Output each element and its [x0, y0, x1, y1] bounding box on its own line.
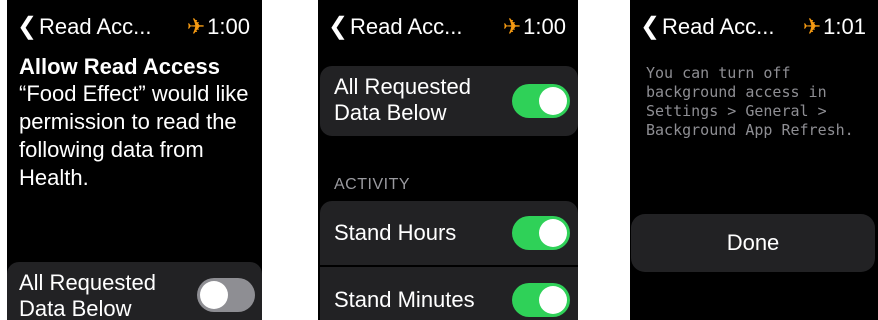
- chevron-left-icon: ❮: [640, 13, 661, 40]
- status-bar: ❮ Read Acc... ✈ 1:01: [640, 14, 872, 48]
- toggle-knob: [200, 281, 228, 309]
- all-requested-toggle[interactable]: [197, 278, 255, 312]
- watch-screen-data-list: ❮ Read Acc... ✈ 1:00 All Requested Data …: [318, 0, 578, 320]
- watch-screen-permission: ❮ Read Acc... ✈ 1:00 Allow Read Access “…: [7, 0, 262, 320]
- time-text: 1:01: [823, 14, 866, 39]
- stand-minutes-toggle[interactable]: [512, 283, 570, 317]
- back-button[interactable]: ❮ Read Acc...: [17, 14, 152, 40]
- all-requested-row[interactable]: All Requested Data Below: [7, 262, 262, 320]
- toggle-knob: [539, 286, 567, 314]
- back-label: Read Acc...: [662, 14, 775, 39]
- list-item-stand-minutes[interactable]: Stand Minutes: [320, 267, 578, 320]
- list-item-stand-hours[interactable]: Stand Hours: [320, 201, 578, 265]
- status-bar: ❮ Read Acc... ✈ 1:00: [17, 14, 256, 48]
- all-requested-label: All Requested Data Below: [334, 74, 471, 125]
- permission-message: “Food Effect” would like permission to r…: [19, 81, 249, 190]
- list-item-label: Stand Hours: [334, 220, 457, 245]
- airplane-icon: ✈: [802, 14, 822, 39]
- done-button[interactable]: Done: [631, 214, 875, 272]
- time-text: 1:00: [207, 14, 250, 39]
- all-requested-label: All Requested Data Below: [19, 270, 156, 320]
- stand-hours-toggle[interactable]: [512, 216, 570, 250]
- status-time: ✈ 1:01: [803, 14, 866, 40]
- time-text: 1:00: [523, 14, 566, 39]
- background-access-info: You can turn off background access in Se…: [646, 64, 854, 139]
- toggle-knob: [539, 219, 567, 247]
- back-button[interactable]: ❮ Read Acc...: [328, 14, 463, 40]
- page-title: Allow Read Access: [19, 54, 220, 79]
- airplane-icon: ✈: [502, 14, 522, 39]
- chevron-left-icon: ❮: [328, 13, 349, 40]
- chevron-left-icon: ❮: [17, 13, 38, 40]
- all-requested-row[interactable]: All Requested Data Below: [320, 66, 578, 136]
- status-time: ✈ 1:00: [187, 14, 250, 40]
- airplane-icon: ✈: [186, 14, 206, 39]
- watch-screen-background-info: ❮ Read Acc... ✈ 1:01 You can turn off ba…: [630, 0, 878, 320]
- back-label: Read Acc...: [39, 14, 152, 39]
- status-time: ✈ 1:00: [503, 14, 566, 40]
- list-item-label: Stand Minutes: [334, 287, 475, 312]
- back-label: Read Acc...: [350, 14, 463, 39]
- back-button[interactable]: ❮ Read Acc...: [640, 14, 775, 40]
- section-header-activity: ACTIVITY: [334, 176, 411, 193]
- toggle-knob: [539, 87, 567, 115]
- all-requested-toggle[interactable]: [512, 84, 570, 118]
- status-bar: ❮ Read Acc... ✈ 1:00: [328, 14, 572, 48]
